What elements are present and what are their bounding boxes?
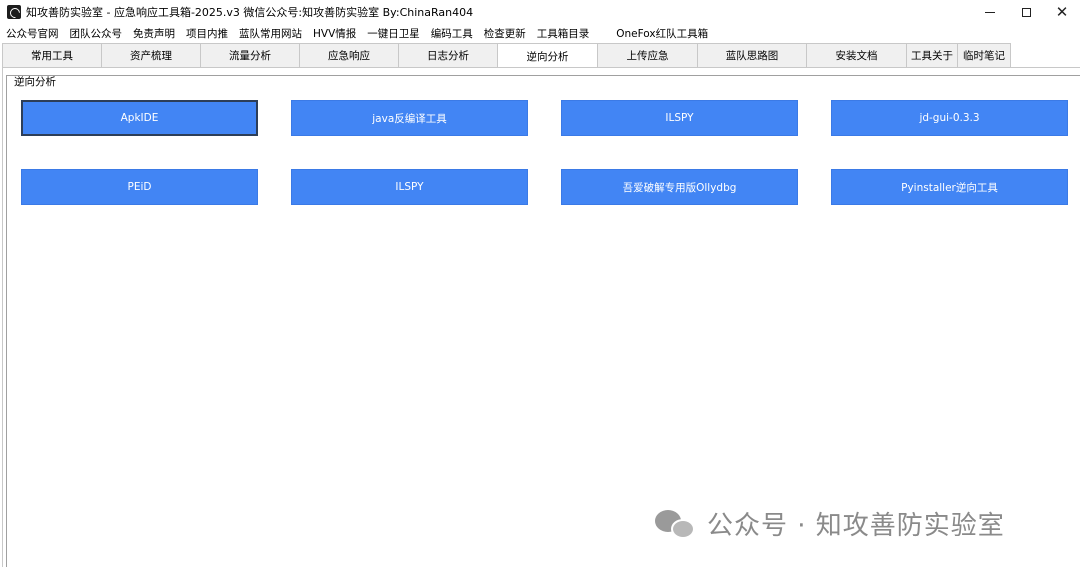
tab-content: 逆向分析 <box>2 67 1080 567</box>
menu-item-disclaimer[interactable]: 免责声明 <box>133 26 175 41</box>
apkide-button[interactable]: ApkIDE <box>21 100 258 136</box>
window-controls: ✕ <box>972 0 1080 24</box>
menu-item-toolbox-directory[interactable]: 工具箱目录 <box>537 26 590 41</box>
menu-item-satellite[interactable]: 一键日卫星 <box>367 26 420 41</box>
maximize-icon <box>1021 7 1031 17</box>
tab-reverse-analysis[interactable]: 逆向分析 <box>497 43 598 68</box>
tab-incident-response[interactable]: 应急响应 <box>299 43 399 67</box>
jd-gui-button[interactable]: jd-gui-0.3.3 <box>831 100 1068 136</box>
menu-item-onefox[interactable]: OneFox红队工具箱 <box>616 26 708 41</box>
minimize-icon <box>985 11 995 13</box>
pyinstaller-reverse-button[interactable]: Pyinstaller逆向工具 <box>831 169 1068 205</box>
menu-bar: 公众号官网 团队公众号 免责声明 项目内推 蓝队常用网站 HVV情报 一键日卫星… <box>0 24 1080 42</box>
tab-traffic-analysis[interactable]: 流量分析 <box>200 43 300 67</box>
java-decompiler-button[interactable]: java反编译工具 <box>291 100 528 136</box>
ilspy-second-button[interactable]: ILSPY <box>291 169 528 205</box>
window-title: 知攻善防实验室 - 应急响应工具箱-2025.v3 微信公众号:知攻善防实验室 … <box>26 6 474 19</box>
title-bar: 知攻善防实验室 - 应急响应工具箱-2025.v3 微信公众号:知攻善防实验室 … <box>0 0 1080 24</box>
menu-item-referral[interactable]: 项目内推 <box>186 26 228 41</box>
tab-bar: 常用工具 资产梳理 流量分析 应急响应 日志分析 逆向分析 上传应急 蓝队思路图… <box>2 43 1011 68</box>
menu-item-team-account[interactable]: 团队公众号 <box>70 26 123 41</box>
watermark-text: 公众号 · 知攻善防实验室 <box>707 511 1005 541</box>
watermark: 公众号 · 知攻善防实验室 <box>655 505 1005 542</box>
menu-item-blue-team-sites[interactable]: 蓝队常用网站 <box>239 26 302 41</box>
app-icon <box>7 5 21 19</box>
menu-item-hvv-intel[interactable]: HVV情报 <box>313 26 356 41</box>
menu-item-official-site[interactable]: 公众号官网 <box>6 26 59 41</box>
wechat-icon <box>655 508 697 540</box>
tab-asset-sorting[interactable]: 资产梳理 <box>101 43 201 67</box>
tab-common-tools[interactable]: 常用工具 <box>2 43 102 67</box>
tab-upload-response[interactable]: 上传应急 <box>597 43 698 67</box>
tab-about[interactable]: 工具关于 <box>906 43 958 67</box>
tab-blue-team-mindmap[interactable]: 蓝队思路图 <box>697 43 807 67</box>
peid-button[interactable]: PEiD <box>21 169 258 205</box>
close-icon: ✕ <box>1055 3 1069 21</box>
tab-notes[interactable]: 临时笔记 <box>957 43 1011 67</box>
close-button[interactable]: ✕ <box>1044 0 1080 24</box>
maximize-button[interactable] <box>1008 0 1044 24</box>
reverse-analysis-group: 逆向分析 <box>6 75 1080 567</box>
tab-install-docs[interactable]: 安装文档 <box>806 43 907 67</box>
menu-item-encoding-tools[interactable]: 编码工具 <box>431 26 473 41</box>
minimize-button[interactable] <box>972 0 1008 24</box>
tab-log-analysis[interactable]: 日志分析 <box>398 43 498 67</box>
ollydbg-button[interactable]: 吾爱破解专用版Ollydbg <box>561 169 798 205</box>
menu-item-check-update[interactable]: 检查更新 <box>484 26 526 41</box>
ilspy-button[interactable]: ILSPY <box>561 100 798 136</box>
group-legend: 逆向分析 <box>13 76 57 88</box>
